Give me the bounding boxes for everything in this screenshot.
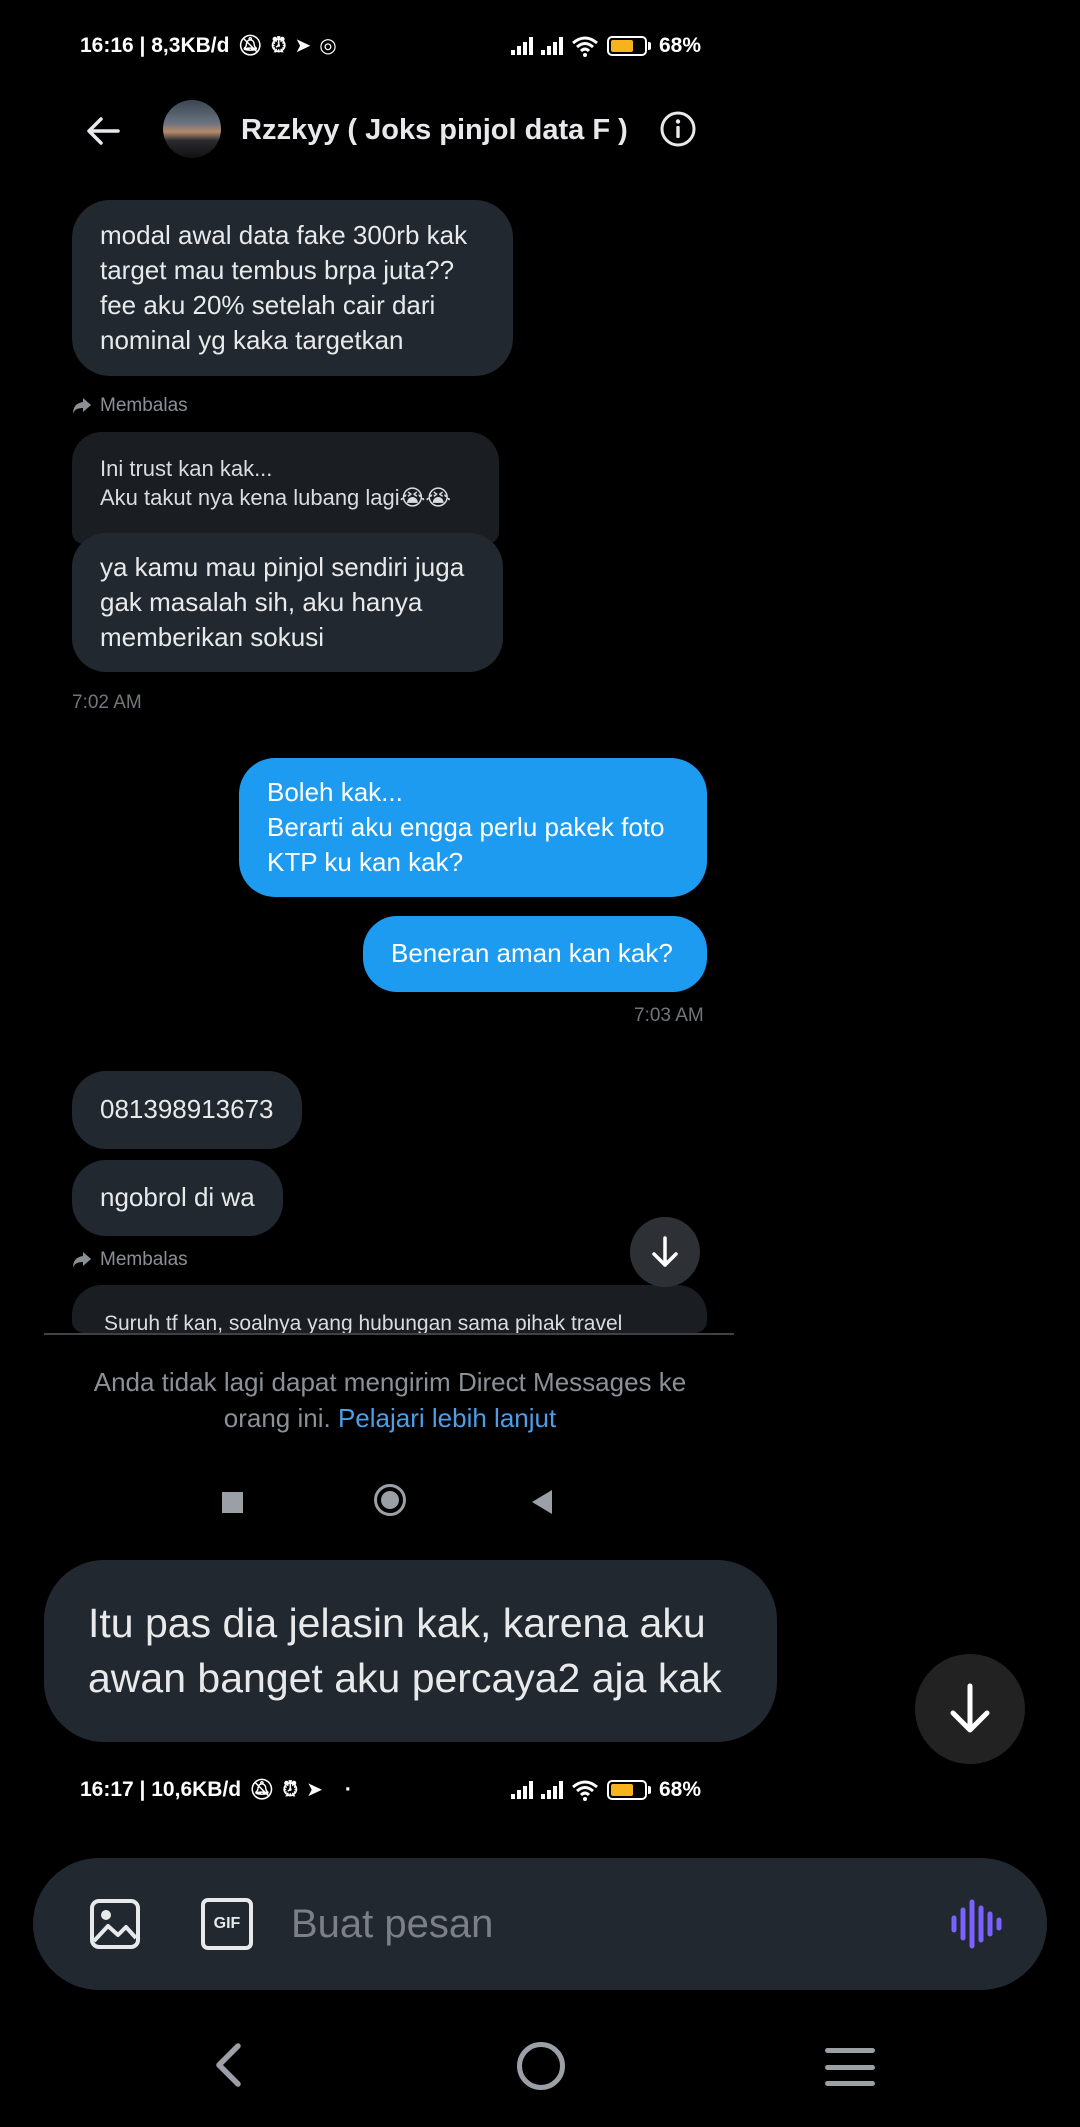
battery-percent: 68%	[658, 34, 701, 57]
embedded-nav-bar	[0, 1484, 735, 1520]
voice-wave-icon[interactable]	[948, 1896, 1004, 1952]
signal-icon	[540, 1781, 563, 1799]
message-text: Berarti aku engga perlu pakek foto KTP k…	[267, 812, 665, 877]
instagram-icon: ◎	[319, 35, 337, 57]
home-icon	[374, 1484, 406, 1516]
overlay-message: Itu pas dia jelasin kak, karena aku awan…	[44, 1560, 777, 1742]
alarm-icon: ⏰︎	[282, 1779, 299, 1801]
status-time: 16:16 | 8,3KB/d	[80, 34, 230, 57]
chat-title[interactable]: Rzzkyy ( Joks pinjol data F )	[241, 114, 628, 147]
overlay-message-text: Itu pas dia jelasin kak, karena aku awan…	[88, 1600, 722, 1701]
menu-icon[interactable]	[825, 2048, 875, 2086]
message-input[interactable]	[291, 1888, 931, 1960]
signal-icon	[540, 37, 563, 55]
arrow-down-icon	[950, 1683, 990, 1733]
divider	[44, 1333, 734, 1335]
status-dot: ·	[344, 1778, 352, 1801]
message-text: Beneran aman kan kak?	[391, 938, 673, 968]
message-text: ya kamu mau pinjol sendiri juga gak masa…	[100, 552, 465, 652]
quote-line: Aku takut nya kena lubang lagi😭😭	[100, 485, 452, 510]
quote-line: Ini trust kan kak...	[100, 456, 273, 481]
message-outgoing[interactable]: Boleh kak... Berarti aku engga perlu pak…	[239, 758, 707, 897]
back-arrow-icon[interactable]	[82, 110, 124, 152]
message-incoming[interactable]: modal awal data fake 300rb kak target ma…	[72, 200, 513, 376]
status-bar-bottom: 16:17 | 10,6KB/d 🔕︎ ⏰︎ ➤ · 68%	[0, 1768, 735, 1812]
message-incoming[interactable]: 081398913673	[72, 1071, 302, 1149]
battery-icon	[606, 1780, 651, 1800]
reply-arrow-icon	[73, 398, 91, 414]
message-text: modal awal data fake 300rb kak target ma…	[100, 220, 468, 355]
message-text: ngobrol di wa	[100, 1182, 255, 1212]
system-nav-bar	[0, 2030, 1080, 2110]
learn-more-link[interactable]: Pelajari lebih lanjut	[338, 1403, 556, 1433]
telegram-icon: ➤	[294, 35, 312, 57]
arrow-down-icon	[652, 1236, 678, 1267]
status-time: 16:17 | 10,6KB/d	[80, 1778, 242, 1801]
telegram-icon: ➤	[306, 1779, 323, 1801]
replying-indicator: Membalas	[72, 395, 188, 417]
avatar[interactable]	[163, 100, 221, 158]
message-outgoing[interactable]: Beneran aman kan kak?	[363, 916, 707, 992]
reply-arrow-icon	[73, 1252, 91, 1268]
replying-indicator: Membalas	[72, 1249, 188, 1271]
message-incoming[interactable]: ngobrol di wa	[72, 1160, 283, 1236]
quote-line: Suruh tf kan, soalnya yang hubungan sama…	[104, 1312, 623, 1333]
home-icon[interactable]	[517, 2042, 565, 2090]
back-icon	[532, 1490, 552, 1514]
battery-icon	[606, 36, 651, 56]
wifi-icon	[572, 1780, 598, 1801]
quoted-message[interactable]: Suruh tf kan, soalnya yang hubungan sama…	[72, 1285, 707, 1333]
back-icon[interactable]	[205, 2040, 255, 2090]
chat-header: Rzzkyy ( Joks pinjol data F )	[0, 90, 735, 172]
message-composer: GIF	[33, 1858, 1047, 1990]
status-bar-top: 16:16 | 8,3KB/d 🔕︎ ⏰︎ ➤ ◎ 68%	[0, 24, 735, 68]
message-timestamp: 7:03 AM	[634, 1005, 704, 1026]
quoted-message[interactable]: Ini trust kan kak... Aku takut nya kena …	[72, 432, 499, 544]
signal-icon	[510, 37, 533, 55]
scroll-to-bottom-button[interactable]	[915, 1654, 1025, 1764]
replying-label: Membalas	[100, 395, 188, 416]
signal-icon	[510, 1781, 533, 1799]
replying-label: Membalas	[100, 1249, 188, 1270]
mute-icon: 🔕︎	[237, 35, 263, 57]
message-timestamp: 7:02 AM	[72, 692, 142, 713]
battery-percent: 68%	[658, 1778, 701, 1801]
gif-label: GIF	[213, 1915, 241, 1932]
gif-icon[interactable]: GIF	[201, 1898, 253, 1950]
message-text: Boleh kak...	[267, 777, 403, 807]
alarm-icon: ⏰︎	[270, 35, 287, 57]
blocked-notice: Anda tidak lagi dapat mengirim Direct Me…	[60, 1364, 720, 1436]
recents-icon	[222, 1492, 243, 1513]
message-text: 081398913673	[100, 1094, 274, 1124]
image-icon[interactable]	[89, 1898, 141, 1950]
mute-icon: 🔕︎	[249, 1779, 275, 1801]
scroll-to-bottom-button[interactable]	[630, 1217, 700, 1287]
wifi-icon	[572, 36, 598, 57]
info-icon[interactable]	[658, 109, 698, 149]
message-incoming[interactable]: ya kamu mau pinjol sendiri juga gak masa…	[72, 533, 503, 672]
